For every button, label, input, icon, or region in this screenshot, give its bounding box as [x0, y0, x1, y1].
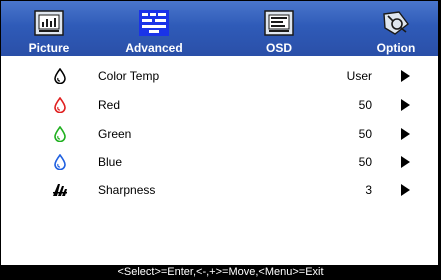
tab-bar: Picture Advanced OSD Option — [1, 1, 438, 56]
tab-osd[interactable]: OSD — [249, 1, 309, 56]
green-value: 50 — [358, 127, 372, 141]
tab-picture-label: Picture — [28, 41, 70, 55]
color-temp-label: Color Temp — [98, 69, 160, 83]
red-arrow-icon[interactable] — [401, 99, 410, 111]
tab-option-label: Option — [376, 41, 416, 55]
sharpness-value: 3 — [365, 183, 372, 197]
red-label: Red — [98, 98, 121, 112]
key-hint-bar: <Select>=Enter,<-,+>=Move,<Menu>=Exit — [0, 265, 441, 280]
tab-osd-label: OSD — [265, 41, 292, 55]
menu-row-sharpness[interactable]: Sharpness 3 — [1, 178, 438, 204]
red-drop-icon — [54, 97, 66, 113]
tab-picture[interactable]: Picture — [19, 1, 79, 56]
color-temp-value: User — [346, 69, 372, 83]
osd-menu: Picture Advanced OSD Option Color Temp U… — [0, 0, 441, 280]
option-icon — [383, 11, 409, 35]
tab-advanced-label: Advanced — [125, 41, 183, 55]
sharpness-arrow-icon[interactable] — [401, 184, 410, 196]
menu-row-green[interactable]: Green 50 — [1, 122, 438, 148]
blue-label: Blue — [98, 155, 123, 169]
blue-drop-icon — [54, 154, 66, 170]
picture-icon — [34, 10, 64, 36]
menu-row-blue[interactable]: Blue 50 — [1, 150, 438, 176]
red-value: 50 — [358, 98, 372, 112]
color-temp-arrow-icon[interactable] — [401, 70, 410, 82]
menu-row-red[interactable]: Red 50 — [1, 93, 438, 119]
blue-arrow-icon[interactable] — [401, 156, 410, 168]
green-arrow-icon[interactable] — [401, 128, 410, 140]
sharpness-icon — [53, 184, 67, 196]
green-drop-icon — [54, 126, 66, 142]
menu-row-color-temp[interactable]: Color Temp User — [1, 64, 438, 90]
sharpness-label: Sharpness — [98, 183, 156, 197]
color-temp-icon — [54, 68, 66, 84]
tab-option[interactable]: Option — [361, 1, 431, 56]
tab-advanced[interactable]: Advanced — [111, 1, 197, 56]
green-label: Green — [98, 127, 132, 141]
osd-icon — [264, 10, 294, 36]
blue-value: 50 — [358, 155, 372, 169]
advanced-icon — [139, 10, 169, 36]
